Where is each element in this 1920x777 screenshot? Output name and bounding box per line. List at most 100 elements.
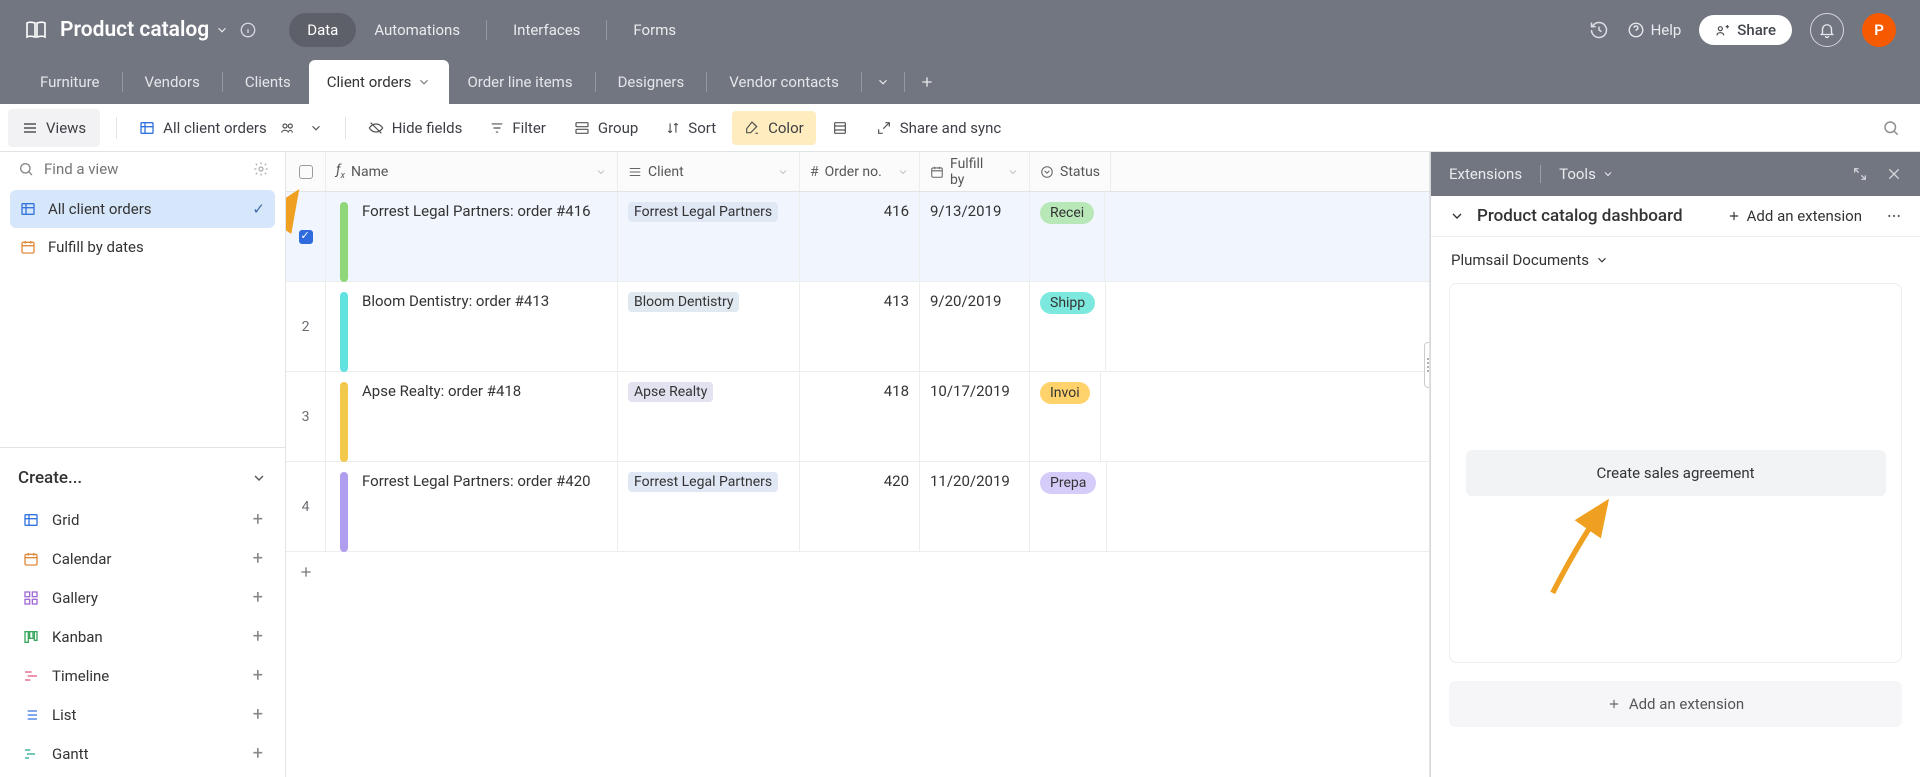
row-checkbox-cell[interactable] xyxy=(286,192,326,281)
create-list-view[interactable]: List+ xyxy=(18,695,267,734)
cell-name[interactable]: Bloom Dentistry: order #413 xyxy=(326,282,618,371)
views-toggle-button[interactable]: Views xyxy=(8,109,100,147)
plus-icon[interactable]: + xyxy=(253,743,263,764)
cell-order-no[interactable]: 413 xyxy=(800,282,920,371)
expand-icon[interactable] xyxy=(1852,166,1868,182)
extensions-tab[interactable]: Extensions xyxy=(1449,165,1522,183)
cell-fulfill-by[interactable]: 9/13/2019 xyxy=(920,192,1030,281)
extension-instance-dropdown[interactable]: Plumsail Documents xyxy=(1431,237,1920,281)
create-gallery-view[interactable]: Gallery+ xyxy=(18,578,267,617)
create-grid-view[interactable]: Grid+ xyxy=(18,500,267,539)
history-icon[interactable] xyxy=(1589,20,1609,40)
cell-client[interactable]: Apse Realty xyxy=(618,372,800,461)
plus-icon[interactable]: + xyxy=(253,665,263,686)
chevron-down-icon[interactable] xyxy=(1007,166,1019,178)
tab-furniture[interactable]: Furniture xyxy=(22,60,118,104)
nav-data[interactable]: Data xyxy=(289,13,356,47)
cell-status[interactable]: Prepa xyxy=(1030,462,1107,551)
cell-order-no[interactable]: 418 xyxy=(800,372,920,461)
hide-fields-button[interactable]: Hide fields xyxy=(356,111,475,145)
column-header-fulfill-by[interactable]: Fulfill by xyxy=(920,152,1030,191)
column-header-order-no[interactable]: # Order no. xyxy=(800,152,920,191)
cell-status[interactable]: Recei xyxy=(1030,192,1105,281)
group-button[interactable]: Group xyxy=(562,111,650,145)
filter-button[interactable]: Filter xyxy=(478,111,558,145)
column-header-status[interactable]: Status xyxy=(1030,152,1111,191)
cell-client[interactable]: Bloom Dentistry xyxy=(618,282,800,371)
color-button[interactable]: Color xyxy=(732,111,816,145)
plus-icon[interactable]: + xyxy=(253,587,263,608)
add-table-button[interactable] xyxy=(909,60,945,104)
search-icon[interactable] xyxy=(1882,119,1900,137)
plus-icon[interactable]: + xyxy=(253,548,263,569)
tab-client-orders[interactable]: Client orders xyxy=(309,60,450,104)
chevron-down-icon[interactable] xyxy=(595,166,607,178)
cell-fulfill-by[interactable]: 11/20/2019 xyxy=(920,462,1030,551)
tab-vendor-contacts[interactable]: Vendor contacts xyxy=(711,60,857,104)
linked-record-chip[interactable]: Bloom Dentistry xyxy=(628,292,739,312)
row-checkbox-cell[interactable]: 2 xyxy=(286,282,326,371)
sidebar-view-item[interactable]: Fulfill by dates xyxy=(10,228,275,266)
tabs-overflow[interactable] xyxy=(866,60,900,104)
user-avatar[interactable]: P xyxy=(1862,13,1896,47)
base-chevron-icon[interactable] xyxy=(215,23,229,37)
table-row[interactable]: Forrest Legal Partners: order #416 Forre… xyxy=(286,192,1429,282)
cell-status[interactable]: Invoi xyxy=(1030,372,1101,461)
add-extension-button[interactable]: Add an extension xyxy=(1727,207,1862,225)
linked-record-chip[interactable]: Forrest Legal Partners xyxy=(628,472,778,492)
cell-client[interactable]: Forrest Legal Partners xyxy=(618,192,800,281)
nav-automations[interactable]: Automations xyxy=(356,13,478,47)
column-header-client[interactable]: Client xyxy=(618,152,800,191)
plus-icon[interactable]: + xyxy=(253,626,263,647)
tools-tab[interactable]: Tools xyxy=(1559,165,1614,183)
cell-status[interactable]: Shipp xyxy=(1030,282,1106,371)
chevron-down-icon[interactable] xyxy=(777,166,789,178)
gear-icon[interactable] xyxy=(253,161,269,177)
add-extension-footer-button[interactable]: Add an extension xyxy=(1449,681,1902,727)
find-view-input[interactable] xyxy=(44,160,243,178)
sort-button[interactable]: Sort xyxy=(654,111,728,145)
nav-forms[interactable]: Forms xyxy=(615,13,694,47)
cell-order-no[interactable]: 420 xyxy=(800,462,920,551)
create-sales-agreement-button[interactable]: Create sales agreement xyxy=(1466,450,1886,496)
chevron-down-icon[interactable] xyxy=(309,121,323,135)
view-switcher[interactable]: All client orders xyxy=(127,111,335,145)
linked-record-chip[interactable]: Forrest Legal Partners xyxy=(628,202,778,222)
cell-fulfill-by[interactable]: 10/17/2019 xyxy=(920,372,1030,461)
chevron-down-icon[interactable] xyxy=(1449,208,1465,224)
row-height-button[interactable] xyxy=(820,112,860,144)
select-all-checkbox[interactable] xyxy=(286,152,326,191)
tab-designers[interactable]: Designers xyxy=(600,60,703,104)
nav-interfaces[interactable]: Interfaces xyxy=(495,13,598,47)
create-calendar-view[interactable]: Calendar+ xyxy=(18,539,267,578)
tab-clients[interactable]: Clients xyxy=(227,60,309,104)
create-kanban-view[interactable]: Kanban+ xyxy=(18,617,267,656)
base-name[interactable]: Product catalog xyxy=(60,18,209,42)
cell-name[interactable]: Apse Realty: order #418 xyxy=(326,372,618,461)
chevron-down-icon[interactable] xyxy=(897,166,909,178)
create-section-header[interactable]: Create... xyxy=(18,460,267,496)
row-checkbox[interactable] xyxy=(299,230,313,244)
table-row[interactable]: 3 Apse Realty: order #418 Apse Realty 41… xyxy=(286,372,1429,462)
chevron-down-icon[interactable] xyxy=(417,75,431,89)
row-checkbox-cell[interactable]: 4 xyxy=(286,462,326,551)
share-button[interactable]: Share xyxy=(1699,15,1792,45)
row-checkbox-cell[interactable]: 3 xyxy=(286,372,326,461)
cell-name[interactable]: Forrest Legal Partners: order #416 xyxy=(326,192,618,281)
column-header-name[interactable]: ƒx Name xyxy=(326,152,618,191)
linked-record-chip[interactable]: Apse Realty xyxy=(628,382,713,402)
tab-vendors[interactable]: Vendors xyxy=(127,60,218,104)
table-row[interactable]: 4 Forrest Legal Partners: order #420 For… xyxy=(286,462,1429,552)
create-gantt-view[interactable]: Gantt+ xyxy=(18,734,267,773)
tab-order-line-items[interactable]: Order line items xyxy=(449,60,590,104)
base-info-icon[interactable] xyxy=(239,21,257,39)
add-row-button[interactable] xyxy=(286,552,1429,592)
plus-icon[interactable]: + xyxy=(253,509,263,530)
cell-order-no[interactable]: 416 xyxy=(800,192,920,281)
close-icon[interactable] xyxy=(1886,166,1902,182)
table-row[interactable]: 2 Bloom Dentistry: order #413 Bloom Dent… xyxy=(286,282,1429,372)
cell-name[interactable]: Forrest Legal Partners: order #420 xyxy=(326,462,618,551)
panel-drag-handle[interactable] xyxy=(1424,342,1430,388)
plus-icon[interactable]: + xyxy=(253,704,263,725)
notifications-button[interactable] xyxy=(1810,13,1844,47)
